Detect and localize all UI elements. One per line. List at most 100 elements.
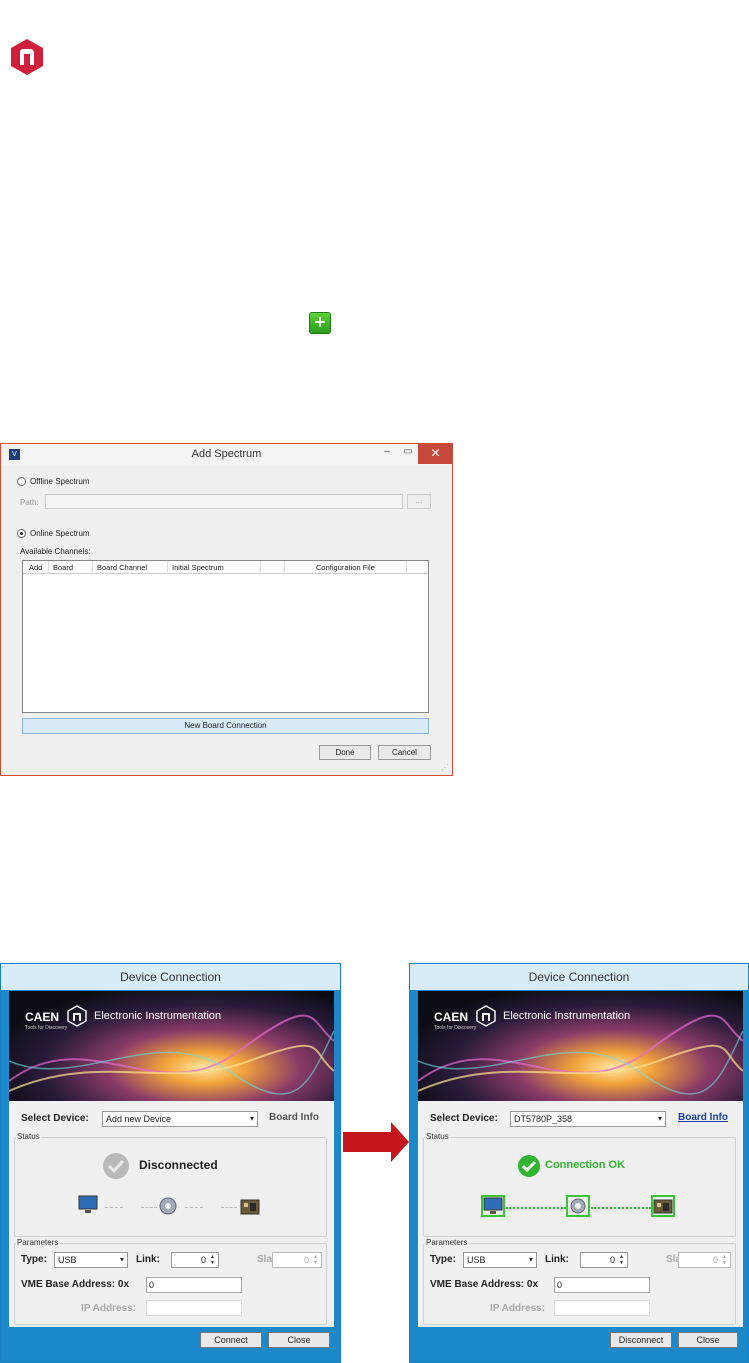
banner-title: Electronic Instrumentation [503, 1010, 631, 1022]
select-device-dropdown[interactable]: Add new Device ▾ [102, 1111, 258, 1127]
wave-graphic [9, 1014, 334, 1095]
table-header: Add Board Board Channel Initial Spectrum… [23, 561, 428, 574]
status-group-label: Status [16, 1132, 41, 1141]
close-button[interactable]: Close [268, 1332, 330, 1348]
disconnect-button[interactable]: Disconnect [610, 1332, 672, 1348]
column-header-configuration-file[interactable]: Configuration File [316, 563, 375, 572]
ip-address-input[interactable] [554, 1300, 650, 1316]
available-channels-label: Available Channels: [20, 547, 91, 556]
monitor-icon [481, 1195, 505, 1217]
stepper-arrows-icon[interactable]: ▲ ▼ [720, 1254, 729, 1266]
slave-value: 0 [712, 1255, 718, 1265]
resize-grip[interactable]: ⋰ [441, 763, 449, 772]
vme-base-address-label: VME Base Address: 0x [21, 1279, 130, 1290]
link-label: Link: [545, 1254, 569, 1265]
close-button[interactable]: Close [678, 1332, 738, 1348]
status-group-label: Status [425, 1132, 450, 1141]
type-label: Type: [430, 1254, 456, 1265]
column-header-board[interactable]: Board [53, 563, 73, 572]
title-bar: V Add Spectrum – ▭ ✕ [1, 444, 453, 465]
type-dropdown[interactable]: USB ▾ [463, 1252, 537, 1268]
minimize-button[interactable]: – [377, 444, 397, 464]
slave-stepper[interactable]: 0 ▲ ▼ [678, 1252, 731, 1268]
status-group [423, 1137, 736, 1237]
link-stepper[interactable]: 0 ▲ ▼ [171, 1252, 219, 1268]
column-header-add[interactable]: Add [29, 563, 42, 572]
banner-title: Electronic Instrumentation [94, 1010, 222, 1022]
link-label: Link: [136, 1254, 160, 1265]
monitor-icon [77, 1195, 101, 1217]
path-input[interactable] [45, 494, 403, 509]
status-text: Disconnected [139, 1158, 218, 1172]
select-device-label: Select Device: [430, 1113, 498, 1124]
slave-value: 0 [303, 1255, 309, 1265]
vme-base-address-label: VME Base Address: 0x [430, 1279, 539, 1290]
chevron-down-icon: ▾ [119, 1255, 124, 1264]
offline-spectrum-radio[interactable] [17, 477, 26, 486]
connection-panel: Select Device: DT5780P_358 ▾ Board Info … [418, 1101, 743, 1327]
caen-wordmark: CAEN [434, 1010, 469, 1024]
caen-banner: CAEN Tools for Discovery Electronic Inst… [418, 991, 743, 1101]
column-header-initial-spectrum[interactable]: Initial Spectrum [172, 563, 224, 572]
stepper-arrows-icon[interactable]: ▲ ▼ [617, 1254, 626, 1266]
caen-n-logo-icon [67, 1005, 87, 1027]
ip-address-input[interactable] [146, 1300, 242, 1316]
right-arrow-icon [343, 1122, 409, 1162]
type-value: USB [467, 1255, 486, 1265]
check-circle-gray-icon [103, 1153, 129, 1179]
select-device-dropdown[interactable]: DT5780P_358 ▾ [510, 1111, 666, 1127]
link-stepper[interactable]: 0 ▲ ▼ [580, 1252, 628, 1268]
slave-stepper[interactable]: 0 ▲ ▼ [272, 1252, 322, 1268]
path-label: Path: [20, 498, 39, 507]
caen-tagline: Tools for Discovery [434, 1025, 477, 1031]
window-title: Device Connection [410, 964, 748, 990]
device-connection-window-disconnected: Device Connection CAEN Tools for Discove… [0, 963, 341, 1363]
offline-spectrum-label: Offline Spectrum [30, 477, 90, 486]
board-info-link: Board Info [269, 1112, 319, 1123]
wave-graphic [418, 1014, 743, 1095]
stepper-arrows-icon[interactable]: ▲ ▼ [208, 1254, 217, 1266]
type-value: USB [58, 1255, 77, 1265]
online-spectrum-label: Online Spectrum [30, 529, 90, 538]
window-title: Device Connection [1, 964, 340, 990]
plus-icon: + [309, 312, 331, 334]
type-dropdown[interactable]: USB ▾ [54, 1252, 128, 1268]
cancel-button[interactable]: Cancel [378, 745, 431, 760]
digitizer-icon [239, 1195, 263, 1217]
brand-logo-icon [11, 39, 43, 75]
caen-banner: CAEN Tools for Discovery Electronic Inst… [9, 991, 334, 1101]
channels-table[interactable]: Add Board Board Channel Initial Spectrum… [22, 560, 429, 713]
link-value: 0 [609, 1255, 615, 1265]
new-board-connection-button[interactable]: New Board Connection [22, 718, 429, 734]
column-header-board-channel[interactable]: Board Channel [97, 563, 147, 572]
chevron-down-icon: ▾ [249, 1114, 254, 1123]
browse-button[interactable]: ... [407, 494, 431, 509]
connect-button[interactable]: Connect [200, 1332, 262, 1348]
online-spectrum-radio[interactable] [17, 529, 26, 538]
digitizer-icon [651, 1195, 675, 1217]
connection-panel: Select Device: Add new Device ▾ Board In… [9, 1101, 334, 1327]
ip-address-label: IP Address: [81, 1303, 137, 1314]
parameters-group-label: Parameters [425, 1238, 469, 1247]
ip-address-label: IP Address: [490, 1303, 546, 1314]
stepper-arrows-icon[interactable]: ▲ ▼ [311, 1254, 320, 1266]
chevron-down-icon: ▾ [528, 1255, 533, 1264]
vme-base-address-input[interactable]: 0 [146, 1277, 242, 1293]
caen-n-logo-icon [476, 1005, 496, 1027]
close-button[interactable]: ✕ [418, 444, 453, 464]
caen-wordmark: CAEN [25, 1010, 60, 1024]
board-info-link[interactable]: Board Info [678, 1112, 728, 1123]
add-spectrum-window: V Add Spectrum – ▭ ✕ Offline Spectrum Pa… [0, 443, 453, 776]
caen-tagline: Tools for Discovery [25, 1025, 68, 1031]
gear-icon [157, 1195, 181, 1217]
status-text: Connection OK [545, 1159, 626, 1171]
select-device-value: DT5780P_358 [514, 1114, 573, 1124]
chevron-down-icon: ▾ [657, 1114, 662, 1123]
maximize-button[interactable]: ▭ [398, 444, 418, 464]
vme-base-address-input[interactable]: 0 [554, 1277, 650, 1293]
type-label: Type: [21, 1254, 47, 1265]
parameters-group-label: Parameters [16, 1238, 60, 1247]
link-value: 0 [200, 1255, 206, 1265]
done-button[interactable]: Done [319, 745, 371, 760]
device-connection-window-connected: Device Connection CAEN Tools for Discove… [409, 963, 749, 1363]
